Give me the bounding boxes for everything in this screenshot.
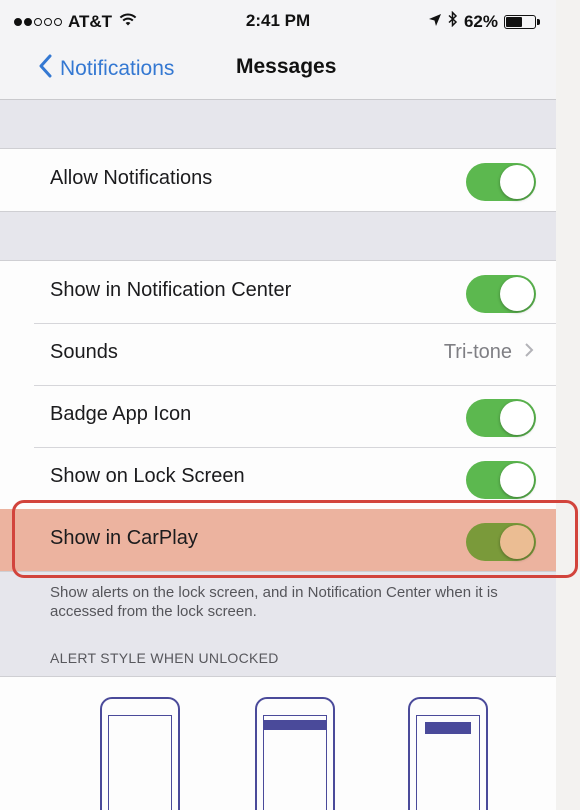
lock-screen-toggle[interactable]	[466, 461, 536, 499]
footer-note: Show alerts on the lock screen, and in N…	[50, 584, 498, 620]
toggle-knob	[500, 165, 534, 199]
alert-style-header: ALERT STYLE WHEN UNLOCKED	[50, 650, 279, 666]
chevron-left-icon	[38, 54, 52, 83]
phone-screen	[263, 715, 327, 810]
phone-screen	[416, 715, 480, 810]
battery-percent: 62%	[463, 11, 498, 31]
chevron-right-icon	[524, 342, 534, 363]
alert-style-picker	[0, 676, 556, 810]
battery-fill	[506, 16, 522, 27]
allow-notifications-label: Allow Notifications	[50, 167, 213, 189]
back-button[interactable]: Notifications	[38, 54, 174, 83]
sounds-label: Sounds	[50, 341, 118, 363]
sounds-value-link[interactable]: Tri-tone	[444, 341, 534, 364]
battery-icon	[504, 14, 540, 29]
badge-app-icon-toggle[interactable]	[466, 399, 536, 437]
status-bar: AT&T 2:41 PM 62%	[0, 0, 556, 40]
status-right: 62%	[428, 10, 540, 32]
carplay-toggle[interactable]	[466, 523, 536, 561]
notification-options-group: Show in Notification Center Sounds Tri-t…	[0, 260, 556, 572]
lock-screen-row: Show on Lock Screen	[0, 447, 556, 509]
toggle-knob	[500, 463, 534, 497]
location-arrow-icon	[428, 12, 442, 32]
carplay-row: Show in CarPlay	[0, 509, 556, 571]
allow-notifications-group: Allow Notifications	[0, 148, 556, 212]
allow-notifications-toggle[interactable]	[466, 163, 536, 201]
alert-style-banners-option[interactable]	[255, 697, 335, 810]
sounds-row[interactable]: Sounds Tri-tone	[0, 323, 556, 385]
phone-screen	[108, 715, 172, 810]
bluetooth-icon	[448, 10, 458, 32]
sounds-value: Tri-tone	[443, 341, 512, 363]
alert-style-none-option[interactable]	[100, 697, 180, 810]
alert-style-alerts-option[interactable]	[408, 697, 488, 810]
alert-preview	[425, 722, 471, 734]
page-title: Messages	[236, 55, 337, 78]
notification-center-toggle[interactable]	[466, 275, 536, 313]
badge-app-icon-label: Badge App Icon	[50, 403, 192, 425]
toggle-knob	[500, 401, 534, 435]
back-label: Notifications	[60, 56, 175, 80]
notification-center-row: Show in Notification Center	[0, 261, 556, 323]
banner-preview	[264, 720, 326, 730]
notification-center-label: Show in Notification Center	[50, 279, 292, 301]
toggle-knob	[500, 277, 534, 311]
carplay-label: Show in CarPlay	[50, 527, 198, 549]
nav-bar: Notifications Messages	[0, 40, 556, 100]
allow-notifications-row: Allow Notifications	[0, 149, 556, 211]
badge-app-icon-row: Badge App Icon	[0, 385, 556, 447]
toggle-knob	[500, 525, 534, 559]
lock-screen-label: Show on Lock Screen	[50, 465, 245, 487]
